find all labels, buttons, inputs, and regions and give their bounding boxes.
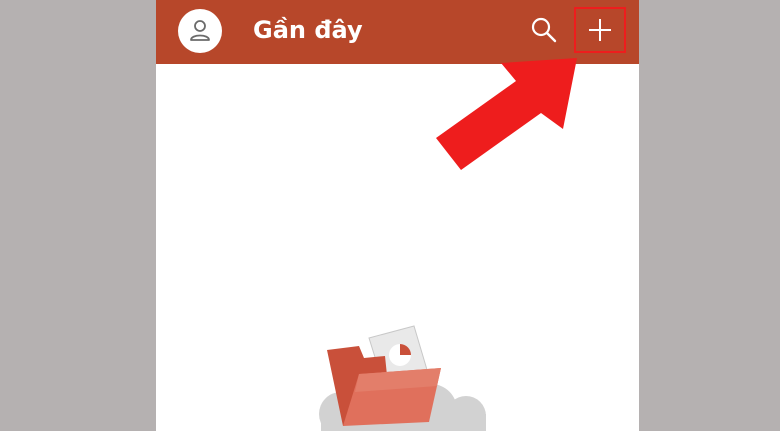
search-icon: [531, 17, 557, 43]
add-new-button[interactable]: [574, 7, 626, 53]
screenshot-stage: Gần đây: [0, 0, 780, 431]
user-avatar-icon: [190, 20, 210, 41]
empty-state-illustration: [319, 325, 486, 431]
page-title: Gần đây: [253, 16, 363, 44]
plus-icon: [589, 19, 611, 41]
account-avatar-button[interactable]: [178, 9, 222, 53]
app-header: Gần đây: [156, 0, 639, 64]
search-button[interactable]: [526, 12, 562, 48]
app-screen: Gần đây: [156, 0, 639, 431]
